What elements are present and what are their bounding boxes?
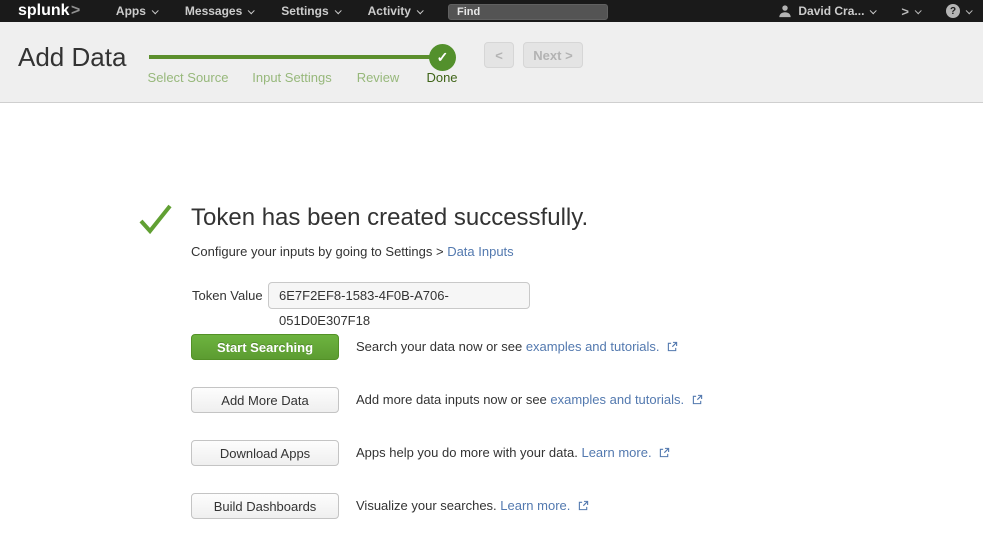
examples-tutorials-link[interactable]: examples and tutorials. (526, 339, 660, 354)
nav-settings-label: Settings (281, 4, 328, 18)
start-searching-button[interactable]: Start Searching (191, 334, 339, 360)
next-button[interactable]: Next > (523, 42, 583, 68)
page-title: Add Data (18, 42, 126, 73)
chevron-down-icon (417, 7, 424, 14)
step-select-source: Select Source (148, 70, 229, 85)
external-link-icon (659, 447, 670, 458)
user-menu[interactable]: David Cra... (778, 4, 875, 18)
success-check-icon (137, 202, 175, 236)
chevron-down-icon (870, 7, 877, 14)
nav-settings[interactable]: Settings (267, 0, 353, 22)
download-apps-desc: Apps help you do more with your data. Le… (356, 445, 670, 460)
action-row-download-apps: Download Apps Apps help you do more with… (0, 440, 983, 466)
success-heading: Token has been created successfully. (191, 204, 588, 232)
chevron-down-icon (152, 7, 159, 14)
token-value-field[interactable]: 6E7F2EF8-1583-4F0B-A706-051D0E307F18 (268, 282, 530, 309)
token-value-label: Token Value (192, 288, 263, 303)
configure-hint: Configure your inputs by going to Settin… (191, 244, 514, 259)
step-input-settings: Input Settings (252, 70, 332, 85)
action-row-add-more-data: Add More Data Add more data inputs now o… (0, 387, 983, 413)
splunk-arrow-menu[interactable]: > (901, 4, 920, 19)
learn-more-link[interactable]: Learn more. (581, 445, 651, 460)
learn-more-link[interactable]: Learn more. (500, 498, 570, 513)
chevron-down-icon (915, 7, 922, 14)
wizard-progress-line (149, 55, 443, 59)
wizard-header: Add Data ✓ Select Source Input Settings … (0, 22, 983, 103)
step-done: Done (426, 70, 457, 85)
main-content: Token has been created successfully. Con… (0, 104, 983, 539)
build-dashboards-button[interactable]: Build Dashboards (191, 493, 339, 519)
action-row-build-dashboards: Build Dashboards Visualize your searches… (0, 493, 983, 519)
examples-tutorials-link[interactable]: examples and tutorials. (550, 392, 684, 407)
external-link-icon (692, 394, 703, 405)
back-button[interactable]: < (484, 42, 514, 68)
download-apps-button[interactable]: Download Apps (191, 440, 339, 466)
chevron-down-icon (248, 7, 255, 14)
user-icon (778, 4, 792, 18)
desc-text: Search your data now or see (356, 339, 526, 354)
nav-messages[interactable]: Messages (171, 0, 267, 22)
find-search-wrap (448, 2, 608, 20)
help-icon: ? (946, 4, 960, 18)
chevron-down-icon (334, 7, 341, 14)
desc-text: Add more data inputs now or see (356, 392, 550, 407)
topbar-right-group: David Cra... > ? (778, 4, 971, 19)
nav-messages-label: Messages (185, 4, 242, 18)
action-row-start-searching: Start Searching Search your data now or … (0, 334, 983, 360)
add-more-data-button[interactable]: Add More Data (191, 387, 339, 413)
chevron-down-icon (966, 7, 973, 14)
splunk-logo-text: splunk (18, 2, 70, 20)
data-inputs-link[interactable]: Data Inputs (447, 244, 514, 259)
top-nav-menu: Apps Messages Settings Activity (102, 0, 436, 22)
wizard-done-check-icon: ✓ (429, 44, 456, 71)
user-name: David Cra... (798, 4, 864, 18)
nav-activity-label: Activity (368, 4, 411, 18)
external-link-icon (667, 341, 678, 352)
nav-activity[interactable]: Activity (354, 0, 436, 22)
top-nav-bar: splunk> Apps Messages Settings Activity … (0, 0, 983, 22)
external-link-icon (578, 500, 589, 511)
splunk-logo-arrow: > (71, 2, 80, 20)
build-dashboards-desc: Visualize your searches. Learn more. (356, 498, 589, 513)
step-review: Review (357, 70, 400, 85)
nav-apps-label: Apps (116, 4, 146, 18)
splunk-arrow-icon: > (901, 4, 909, 19)
desc-text: Visualize your searches. (356, 498, 500, 513)
help-menu[interactable]: ? (946, 4, 971, 18)
start-searching-desc: Search your data now or see examples and… (356, 339, 678, 354)
find-search-input[interactable] (448, 4, 608, 20)
nav-apps[interactable]: Apps (102, 0, 171, 22)
configure-hint-text: Configure your inputs by going to Settin… (191, 244, 447, 259)
desc-text: Apps help you do more with your data. (356, 445, 581, 460)
check-glyph: ✓ (437, 49, 449, 66)
add-more-data-desc: Add more data inputs now or see examples… (356, 392, 703, 407)
splunk-logo[interactable]: splunk> (18, 2, 80, 20)
